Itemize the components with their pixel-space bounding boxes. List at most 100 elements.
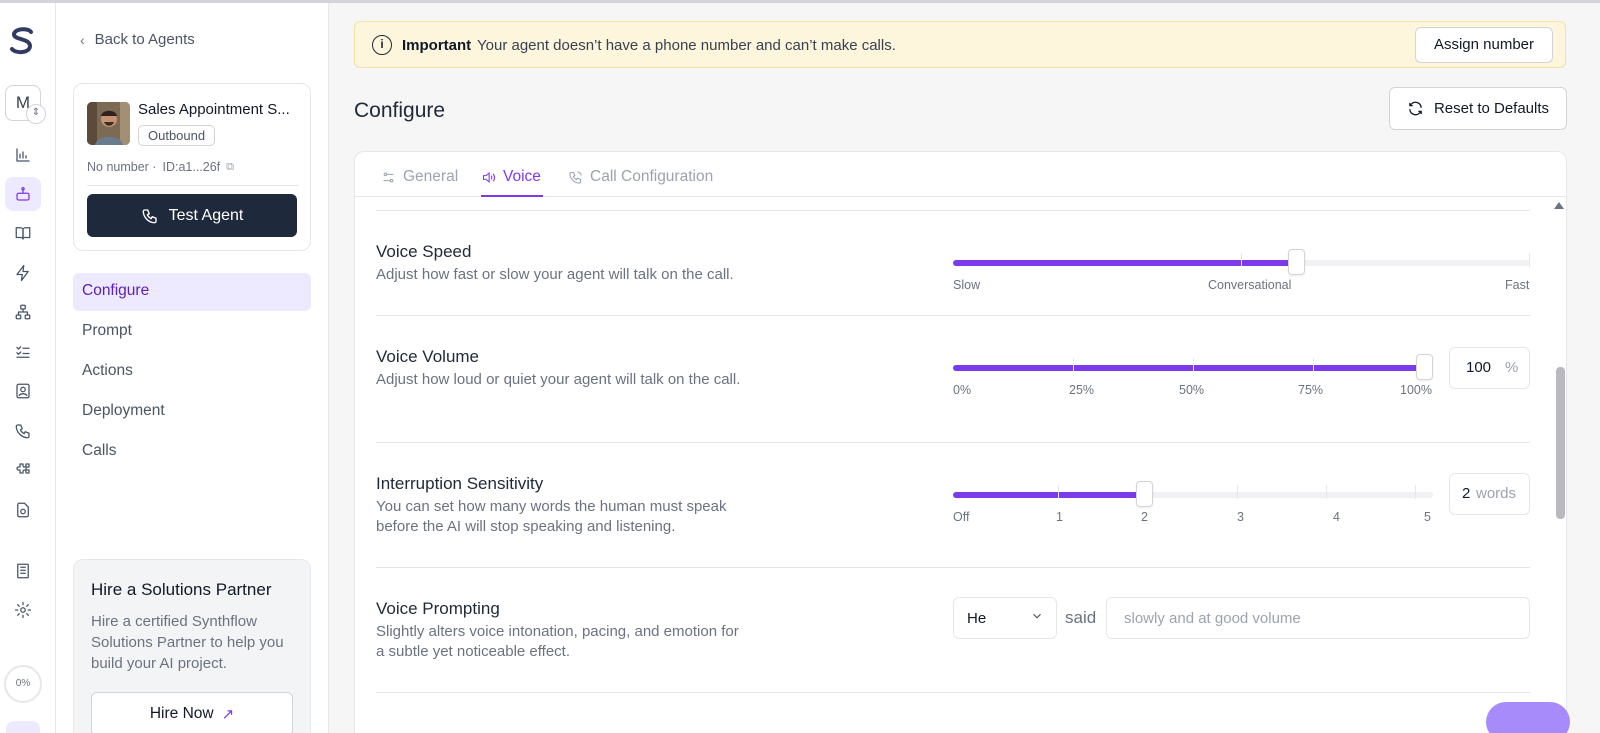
volume-label-25: 25%: [1069, 383, 1095, 397]
slider-handle[interactable]: [1288, 249, 1305, 275]
automations-icon[interactable]: [5, 256, 41, 290]
integrations-icon[interactable]: [5, 295, 41, 329]
interruption-slider[interactable]: [953, 481, 1433, 507]
test-agent-label: Test Agent: [168, 206, 244, 224]
help-chat-button[interactable]: [1486, 702, 1570, 733]
voice-prompt-input[interactable]: [1106, 597, 1530, 639]
agents-icon[interactable]: [5, 177, 41, 211]
nav-prompt[interactable]: Prompt: [73, 313, 311, 351]
slider-fill: [953, 492, 1145, 498]
nav-calls[interactable]: Calls: [73, 433, 311, 471]
chevron-updown-icon: ⇕: [26, 104, 46, 124]
voice-speed-slider[interactable]: [953, 249, 1530, 275]
synthflow-logo-icon[interactable]: [8, 25, 36, 57]
slider-tick: [1313, 358, 1314, 372]
configure-panel: General Voice Call Configuration Voice S…: [354, 151, 1567, 733]
speed-label-slow: Slow: [953, 278, 981, 292]
voice-speed-setting: Voice Speed Adjust how fast or slow your…: [376, 240, 1530, 320]
slider-fill: [953, 260, 1298, 266]
voice-volume-slider[interactable]: [953, 354, 1433, 380]
interruption-words-input[interactable]: 2 words: [1449, 473, 1530, 515]
tasks-icon[interactable]: [5, 335, 41, 369]
phone-icon[interactable]: [5, 414, 41, 448]
knowledge-icon[interactable]: [5, 216, 41, 250]
phone-call-icon: [569, 170, 582, 184]
chevron-down-icon: [1030, 609, 1044, 623]
tab-call-configuration[interactable]: Call Configuration: [568, 168, 713, 186]
divider: [376, 567, 1530, 568]
speaker-icon: [482, 171, 496, 183]
nav-deployment[interactable]: Deployment: [73, 393, 311, 431]
settings-file-icon[interactable]: [5, 493, 41, 527]
volume-value: 100: [1466, 359, 1492, 376]
slider-tick: [1058, 485, 1059, 499]
interruption-label-1: 1: [1056, 510, 1063, 524]
no-number-banner: i Important Your agent doesn’t have a ph…: [354, 21, 1566, 68]
back-to-agents-link[interactable]: ‹ Back to Agents: [80, 31, 195, 48]
slider-tick: [1193, 358, 1194, 372]
billing-icon[interactable]: [5, 554, 41, 588]
test-agent-button[interactable]: Test Agent: [87, 194, 297, 237]
rail-bottom-button[interactable]: [6, 721, 40, 733]
settings-icon[interactable]: [5, 593, 41, 627]
reset-to-defaults-button[interactable]: Reset to Defaults: [1389, 87, 1567, 130]
divider: [376, 210, 1530, 211]
voice-prompting-setting: Voice Prompting Slightly alters voice in…: [376, 597, 1530, 697]
pronoun-value: He: [967, 610, 987, 627]
tab-call-config-label: Call Configuration: [590, 168, 714, 185]
info-icon: i: [372, 35, 392, 55]
scroll-up-arrow-icon[interactable]: [1554, 202, 1564, 209]
agent-name: Sales Appointment S...: [138, 101, 290, 118]
reset-label: Reset to Defaults: [1433, 100, 1550, 117]
voice-speed-description: Adjust how fast or slow your agent will …: [376, 266, 734, 283]
page-title: Configure: [354, 99, 446, 122]
volume-label-100: 100%: [1400, 383, 1432, 397]
analytics-icon[interactable]: [5, 138, 41, 172]
tab-general[interactable]: General: [381, 168, 458, 186]
slider-handle[interactable]: [1136, 481, 1153, 507]
slider-tick: [1529, 253, 1530, 267]
agent-avatar: [87, 102, 130, 145]
plugins-icon[interactable]: [5, 453, 41, 487]
slider-tick: [1241, 253, 1242, 267]
volume-label-0: 0%: [953, 383, 972, 397]
agent-card: Sales Appointment S... Outbound No numbe…: [73, 83, 311, 251]
scrollbar-thumb[interactable]: [1556, 367, 1565, 519]
slider-tick: [1073, 358, 1074, 372]
hire-partner-card: Hire a Solutions Partner Hire a certifie…: [73, 559, 311, 733]
interruption-label-5: 5: [1424, 510, 1431, 524]
volume-input[interactable]: 100 %: [1449, 347, 1530, 389]
interruption-label-4: 4: [1333, 510, 1340, 524]
voice-speed-title: Voice Speed: [376, 242, 472, 261]
setup-progress-indicator[interactable]: 0%: [4, 665, 42, 703]
interruption-sensitivity-setting: Interruption Sensitivity You can set how…: [376, 472, 1530, 572]
assign-number-button[interactable]: Assign number: [1415, 27, 1553, 63]
copy-icon[interactable]: ⧉: [226, 161, 234, 174]
volume-label-50: 50%: [1179, 383, 1205, 397]
pronoun-select[interactable]: He: [953, 597, 1057, 639]
nav-actions[interactable]: Actions: [73, 353, 311, 391]
interruption-label-off: Off: [953, 510, 970, 524]
slider-handle[interactable]: [1416, 354, 1433, 380]
contacts-icon[interactable]: [5, 374, 41, 408]
interruption-label-2: 2: [1141, 510, 1148, 524]
phone-icon: [142, 208, 157, 223]
speed-label-conversational: Conversational: [1208, 278, 1292, 292]
agent-number: No number ·: [87, 160, 157, 174]
slider-tick: [1237, 485, 1238, 499]
agent-sidebar: ‹ Back to Agents Sales Appointment S... …: [56, 3, 329, 733]
volume-label-75: 75%: [1298, 383, 1324, 397]
slider-fill: [953, 365, 1425, 371]
tab-voice[interactable]: Voice: [481, 168, 541, 186]
divider: [376, 442, 1530, 443]
hire-now-button[interactable]: Hire Now ↗: [91, 692, 293, 733]
tab-voice-label: Voice: [503, 168, 541, 185]
tab-general-label: General: [403, 168, 459, 185]
workspace-switcher[interactable]: M ⇕: [5, 85, 46, 124]
chevron-left-icon: ‹: [80, 31, 85, 48]
icon-rail: M ⇕ 0%: [0, 3, 56, 733]
sliders-icon: [383, 172, 394, 182]
nav-configure[interactable]: Configure: [73, 273, 311, 311]
slider-tick: [1415, 485, 1416, 499]
card-divider: [87, 185, 299, 186]
